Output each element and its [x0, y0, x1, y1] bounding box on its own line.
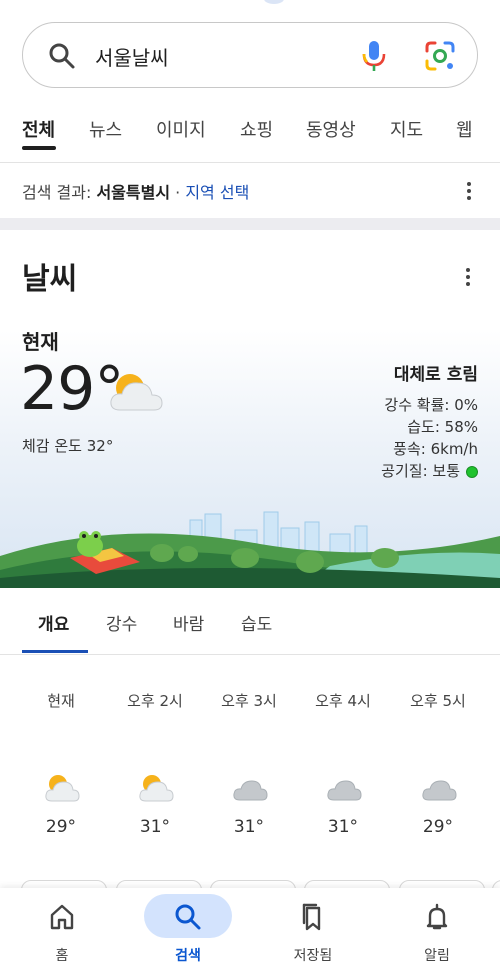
hour-label: 현재: [47, 692, 75, 710]
hour-label: 오후 3시: [221, 692, 277, 710]
tab-precipitation[interactable]: 강수: [106, 610, 137, 635]
tab-web[interactable]: 웹: [456, 116, 473, 142]
weather-card: 날씨 현재 29° 체감 온도 32° 대체로 흐림 강수 확률: 0% 습도:…: [0, 230, 500, 588]
nav-search[interactable]: 검색: [133, 888, 243, 969]
humidity: 습도: 58%: [407, 418, 478, 436]
hour-label: 오후 5시: [410, 692, 466, 710]
hourly-item[interactable]: 현재 29°: [16, 690, 106, 837]
hour-label: 오후 2시: [127, 692, 183, 710]
weather-tabs: 개요 강수 바람 습도: [0, 588, 500, 654]
results-location: 검색 결과: 서울특별시 · 지역 선택: [22, 179, 249, 203]
choose-location-link[interactable]: 지역 선택: [185, 183, 249, 202]
partly-cloudy-icon: [139, 775, 174, 802]
divider: [0, 162, 500, 163]
cloudy-icon: [422, 780, 457, 801]
tab-news[interactable]: 뉴스: [89, 116, 122, 142]
hour-temperature: 31°: [233, 817, 265, 837]
search-icon: [175, 904, 201, 930]
hour-temperature: 29°: [45, 817, 77, 837]
weather-illustration: [0, 511, 500, 588]
weather-more-options-icon[interactable]: [465, 268, 471, 288]
partly-cloudy-icon: [110, 374, 163, 411]
tab-maps[interactable]: 지도: [390, 116, 423, 142]
results-location-separator: ·: [170, 183, 186, 202]
nav-label: 홈: [55, 948, 69, 964]
wind-speed: 풍속: 6km/h: [393, 440, 478, 458]
tab-humidity[interactable]: 습도: [241, 610, 272, 635]
search-tabs: 전체 뉴스 이미지 쇼핑 동영상 지도 웹: [0, 106, 500, 150]
weather-title: 날씨: [22, 262, 78, 297]
hourly-item[interactable]: 오후 5시 29°: [393, 690, 483, 837]
hourly-item[interactable]: 오후 4시 31°: [298, 690, 388, 837]
hour-label: 오후 4시: [315, 692, 371, 710]
hourly-item[interactable]: 오후 2시 31°: [110, 690, 200, 837]
search-icon[interactable]: [47, 41, 77, 71]
home-icon: [50, 904, 74, 930]
tab-shopping[interactable]: 쇼핑: [240, 116, 273, 142]
top-indicator: [264, 0, 284, 4]
bottom-navigation: 홈 검색 저장됨 알림: [0, 888, 500, 969]
tab-overview[interactable]: 개요: [38, 610, 69, 635]
search-input[interactable]: 서울날씨: [95, 42, 169, 71]
nav-saved[interactable]: 저장됨: [258, 888, 368, 969]
nav-home[interactable]: 홈: [7, 888, 117, 969]
precipitation-chance: 강수 확률: 0%: [384, 396, 478, 414]
divider: [0, 654, 500, 655]
nav-label: 알림: [424, 948, 450, 964]
nav-notifications[interactable]: 알림: [382, 888, 492, 969]
search-bar[interactable]: 서울날씨: [22, 22, 478, 88]
bell-icon: [426, 903, 448, 930]
bookmarks-icon: [302, 903, 321, 931]
air-quality-indicator-icon: [466, 465, 478, 478]
nav-label: 검색: [175, 948, 201, 964]
section-separator: [0, 218, 500, 230]
active-subtab-indicator: [22, 650, 88, 653]
cloudy-icon: [327, 780, 362, 801]
feels-like: 체감 온도 32°: [22, 437, 114, 455]
hour-temperature: 29°: [422, 817, 454, 837]
cloudy-icon: [233, 780, 268, 801]
results-location-prefix: 검색 결과:: [22, 183, 97, 202]
partly-cloudy-icon: [45, 775, 80, 802]
tab-wind[interactable]: 바람: [173, 610, 204, 635]
microphone-icon[interactable]: [359, 39, 389, 73]
results-location-name: 서울특별시: [96, 183, 171, 202]
hour-temperature: 31°: [139, 817, 171, 837]
tab-all[interactable]: 전체: [22, 116, 55, 142]
more-options-icon[interactable]: [466, 182, 472, 202]
current-label: 현재: [22, 330, 59, 354]
tab-videos[interactable]: 동영상: [306, 116, 356, 142]
nav-label: 저장됨: [293, 948, 333, 964]
google-lens-icon[interactable]: [423, 39, 457, 73]
weather-condition: 대체로 흐림: [393, 365, 478, 385]
tab-images[interactable]: 이미지: [156, 116, 206, 142]
hourly-item[interactable]: 오후 3시 31°: [204, 690, 294, 837]
active-tab-indicator: [22, 146, 56, 150]
hour-temperature: 31°: [327, 817, 359, 837]
